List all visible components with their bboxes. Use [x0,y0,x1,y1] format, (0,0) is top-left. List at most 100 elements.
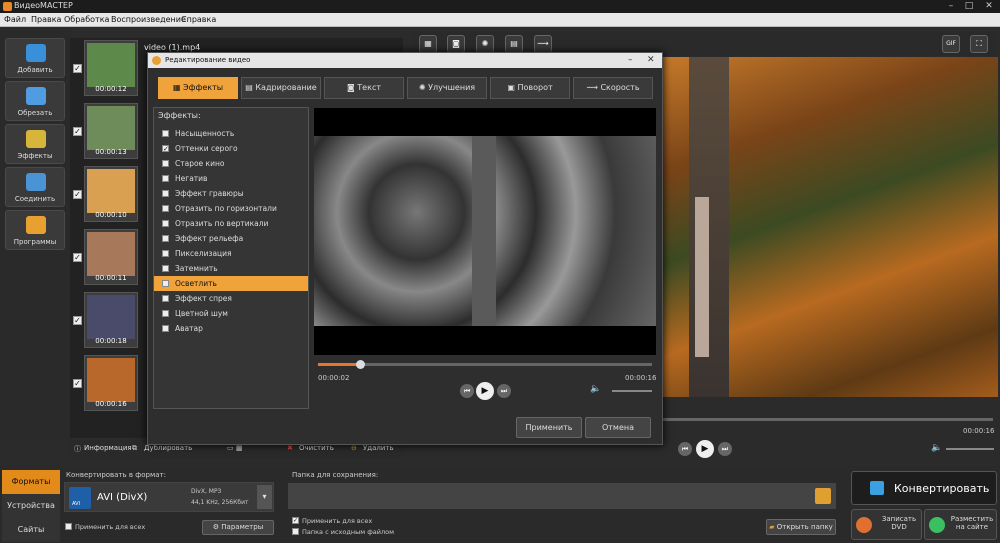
effect-item[interactable]: Насыщенность [154,126,308,141]
apply-all-checkbox[interactable] [65,523,72,530]
effect-item[interactable]: Отразить по горизонтали [154,201,308,216]
effect-checkbox[interactable] [162,280,169,287]
save-folder-input[interactable] [288,483,836,509]
tab-enhance-label: Улучшения [428,83,476,92]
effect-checkbox[interactable] [162,160,169,167]
effect-item[interactable]: Пикселизация [154,246,308,261]
next-icon[interactable]: ⏭ [497,384,511,398]
minimize-icon[interactable]: – [944,1,958,12]
tab-rotate[interactable]: ▣ Поворот [490,77,570,99]
menu-help[interactable]: Справка [181,15,216,24]
duplicate-button[interactable]: Дублировать [144,444,192,452]
apply-all2-checkbox[interactable]: ✓ [292,517,299,524]
menu-edit[interactable]: Правка [31,15,61,24]
tab-enhance[interactable]: ✺ Улучшения [407,77,487,99]
close-icon[interactable]: ✕ [982,1,996,12]
tab-crop[interactable]: ▤ Кадрирование [241,77,321,99]
file-checkbox[interactable]: ✓ [73,253,82,262]
effect-item[interactable]: Затемнить [154,261,308,276]
burn-dvd-button[interactable]: Записать DVD [851,509,922,540]
file-checkbox[interactable]: ✓ [73,64,82,73]
fullscreen-icon[interactable]: ⛶ [970,35,988,53]
effects-button[interactable]: Эффекты [5,124,65,164]
apply-button[interactable]: Применить [516,417,582,438]
play-icon[interactable]: ▶ [476,382,494,400]
maximize-icon[interactable]: □ [962,1,976,12]
next-icon[interactable]: ⏭ [718,442,732,456]
effect-checkbox[interactable] [162,175,169,182]
dialog-volume-icon[interactable]: 🔈 [590,384,601,394]
publish-button[interactable]: Разместить на сайте [924,509,997,540]
convert-button[interactable]: Конвертировать [851,471,997,505]
dialog-seek-handle[interactable] [355,360,365,369]
info-button[interactable]: Информация [84,444,132,452]
effect-item[interactable]: Отразить по вертикали [154,216,308,231]
effect-item[interactable]: Негатив [154,171,308,186]
dialog-close-icon[interactable]: ✕ [647,55,655,65]
previous-icon[interactable]: ⏮ [678,442,692,456]
previous-icon[interactable]: ⏮ [460,384,474,398]
text-tool-icon[interactable]: ◙ [447,35,465,53]
tab-formats[interactable]: Форматы [2,470,60,494]
effect-item[interactable]: Цветной шум [154,306,308,321]
effect-item[interactable]: Эффект рельефа [154,231,308,246]
params-button[interactable]: ⚙ Параметры [202,520,274,535]
effect-item[interactable]: Эффект спрея [154,291,308,306]
video-preview [663,57,998,397]
open-folder-button[interactable]: ▰ Открыть папку [766,519,836,535]
dialog-seek-bar[interactable] [318,360,652,369]
effect-checkbox[interactable] [162,265,169,272]
clear-button[interactable]: Очистить [299,444,334,452]
enhance-tool-icon[interactable]: ✺ [476,35,494,53]
main-seek-bar[interactable] [663,418,993,421]
effect-checkbox[interactable] [162,190,169,197]
effect-checkbox[interactable] [162,130,169,137]
volume-slider[interactable] [946,448,994,450]
delete-button[interactable]: Удалить [363,444,394,452]
file-checkbox[interactable]: ✓ [73,379,82,388]
tab-text[interactable]: ◙ Текст [324,77,404,99]
dialog-volume-slider[interactable] [612,390,652,392]
file-checkbox[interactable]: ✓ [73,316,82,325]
tab-devices[interactable]: Устройства [2,494,60,518]
effect-checkbox[interactable] [162,310,169,317]
add-button[interactable]: Добавить [5,38,65,78]
tab-effects[interactable]: ▦ Эффекты [158,77,238,99]
speed-tool-icon[interactable]: ⟿ [534,35,552,53]
menu-process[interactable]: Обработка [64,15,109,24]
video-thumbnail: 00:00:13 [84,103,138,159]
tab-speed[interactable]: ⟿ Скорость [573,77,653,99]
effect-item[interactable]: ✓ Оттенки серого [154,141,308,156]
effect-item[interactable]: Эффект гравюры [154,186,308,201]
effect-item[interactable]: Старое кино [154,156,308,171]
menu-playback[interactable]: Воспроизведение [111,15,186,24]
play-icon[interactable]: ▶ [696,440,714,458]
effect-checkbox[interactable] [162,295,169,302]
join-button[interactable]: Соединить [5,167,65,207]
source-folder-checkbox[interactable] [292,528,299,535]
tab-sites[interactable]: Сайты [2,518,60,542]
view-toggle-icon[interactable]: ▭ ▦ [227,444,242,452]
file-checkbox[interactable]: ✓ [73,190,82,199]
effect-checkbox[interactable] [162,220,169,227]
cancel-button[interactable]: Отмена [585,417,651,438]
menu-file[interactable]: Файл [4,15,26,24]
gif-button[interactable]: GIF [942,35,960,53]
effect-checkbox[interactable] [162,325,169,332]
format-selector[interactable]: AVI AVI (DivX) DivX, MP3 44,1 KHz, 256Кб… [64,482,274,512]
dialog-minimize-icon[interactable]: – [628,55,633,65]
chevron-down-icon[interactable]: ▾ [257,485,272,509]
effect-checkbox[interactable] [162,205,169,212]
effect-checkbox[interactable] [162,235,169,242]
crop-tool-icon[interactable]: ▦ [419,35,437,53]
effect-checkbox[interactable] [162,250,169,257]
effect-item[interactable]: Аватар [154,321,308,336]
folder-icon[interactable] [815,488,831,504]
cut-button[interactable]: Обрезать [5,81,65,121]
rotate-tool-icon[interactable]: ▤ [505,35,523,53]
programs-button[interactable]: Программы [5,210,65,250]
volume-icon[interactable]: 🔈 [931,443,942,453]
effect-item[interactable]: Осветлить [154,276,308,291]
effect-checkbox[interactable]: ✓ [162,145,169,153]
file-checkbox[interactable]: ✓ [73,127,82,136]
